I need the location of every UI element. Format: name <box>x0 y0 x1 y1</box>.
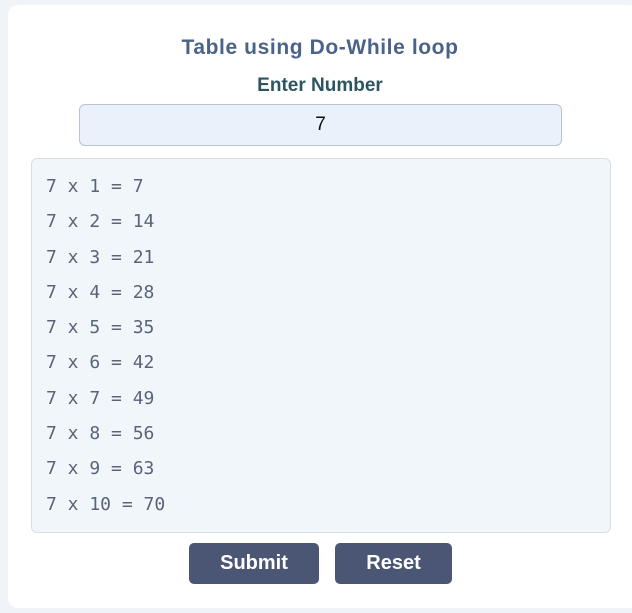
table-line: 7 x 8 = 56 <box>46 423 155 445</box>
number-input[interactable] <box>79 104 562 146</box>
table-line: 7 x 1 = 7 <box>46 176 144 197</box>
submit-button[interactable]: Submit <box>189 543 319 584</box>
table-output: 7 x 1 = 7 7 x 2 = 14 7 x 3 = 21 7 x 4 = … <box>31 158 611 533</box>
table-line: 7 x 3 = 21 <box>46 246 155 268</box>
enter-number-label: Enter Number <box>257 75 383 96</box>
table-line: 7 x 9 = 63 <box>46 458 155 480</box>
table-line: 7 x 4 = 28 <box>46 281 155 303</box>
table-line: 7 x 5 = 35 <box>46 317 155 339</box>
table-output-list: 7 x 1 = 7 7 x 2 = 14 7 x 3 = 21 7 x 4 = … <box>46 173 165 526</box>
reset-button[interactable]: Reset <box>335 543 452 584</box>
table-line: 7 x 2 = 14 <box>46 211 155 233</box>
page-title: Table using Do-While loop <box>181 36 459 59</box>
table-line: 7 x 7 = 49 <box>46 387 155 409</box>
table-line: 7 x 6 = 42 <box>46 352 155 374</box>
table-line: 7 x 10 = 70 <box>46 493 166 515</box>
